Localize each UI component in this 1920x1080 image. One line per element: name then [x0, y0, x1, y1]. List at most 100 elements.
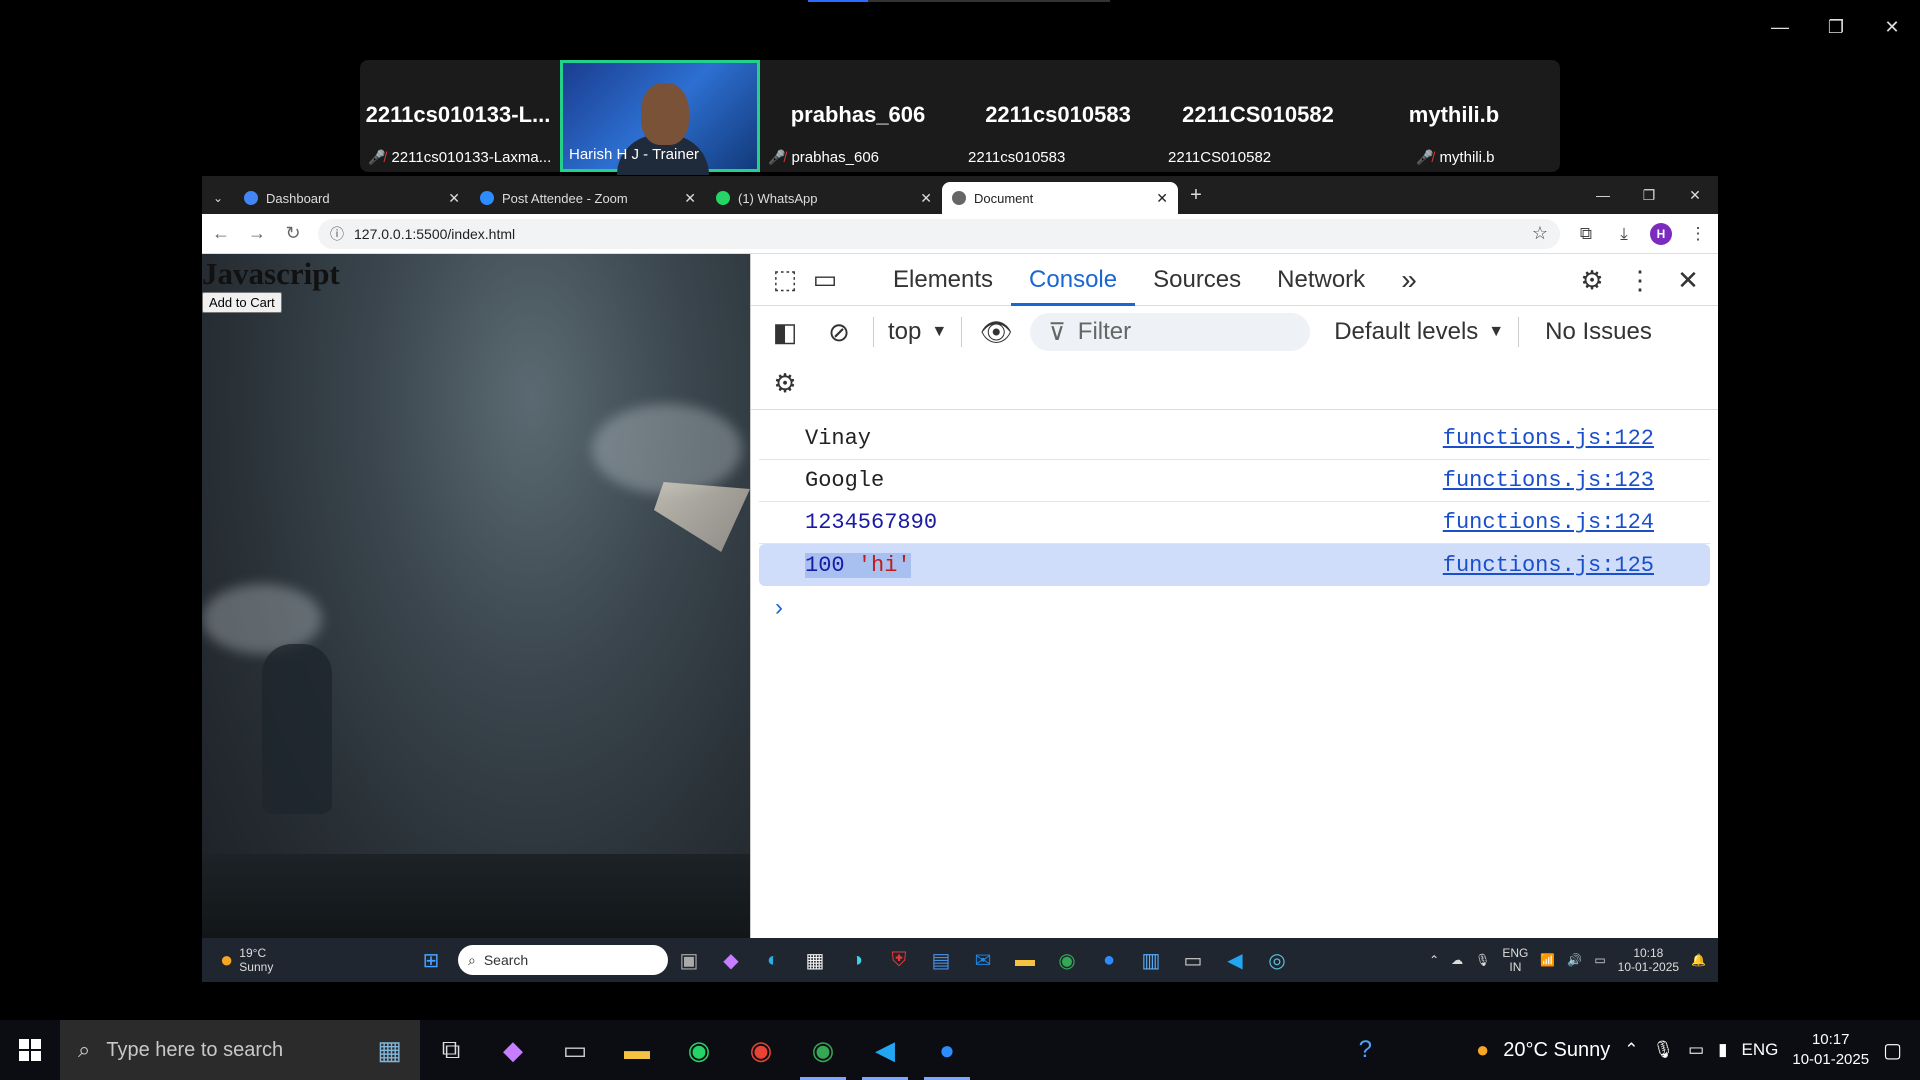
- clear-console-icon[interactable]: ⊘: [819, 312, 859, 352]
- menu-kebab-icon[interactable]: ⋮: [1686, 224, 1710, 244]
- chrome-profile-icon[interactable]: ◉: [792, 1020, 854, 1080]
- close-tab-icon[interactable]: ✕: [684, 190, 696, 207]
- terminal-icon[interactable]: ▭: [1175, 942, 1211, 978]
- clock[interactable]: 10:18 10-01-2025: [1618, 946, 1679, 974]
- profile-avatar[interactable]: H: [1650, 222, 1672, 245]
- chrome-icon[interactable]: ◉: [1049, 942, 1085, 978]
- tab-whatsapp[interactable]: (1) WhatsApp ✕: [706, 182, 942, 214]
- reload-icon[interactable]: ↻: [282, 223, 304, 244]
- edge-dev-icon[interactable]: ◑: [839, 942, 875, 978]
- restore-button[interactable]: ❐: [1808, 0, 1864, 54]
- tab-network[interactable]: Network: [1259, 254, 1383, 306]
- close-button[interactable]: ✕: [1864, 0, 1920, 54]
- participant-tile[interactable]: 2211CS010582 2211CS010582: [1160, 60, 1356, 172]
- filter-input[interactable]: ⊽ Filter: [1030, 313, 1311, 351]
- menu-kebab-icon[interactable]: ⋮: [1620, 260, 1660, 300]
- console-settings-gear-icon[interactable]: ⚙: [765, 364, 805, 404]
- new-tab-button[interactable]: +: [1178, 184, 1214, 207]
- mic-icon[interactable]: 🎙: [1475, 953, 1490, 967]
- language-indicator[interactable]: ENG: [1742, 1040, 1779, 1060]
- console-message-selected[interactable]: 100 'hi' functions.js:125: [759, 544, 1710, 586]
- copilot-icon[interactable]: ◆: [713, 942, 749, 978]
- notification-icon[interactable]: ▢: [1883, 1038, 1902, 1063]
- tab-dashboard[interactable]: Dashboard ✕: [234, 182, 470, 214]
- taskbar-search-box[interactable]: ⌕ Type here to search ▦: [60, 1020, 420, 1080]
- participant-tile[interactable]: 2211cs010133-L... 🎤̸ 2211cs010133-Laxma..…: [360, 60, 556, 172]
- maximize-button[interactable]: ❐: [1626, 176, 1672, 214]
- language-indicator[interactable]: ENG IN: [1502, 946, 1528, 974]
- battery-icon[interactable]: ▮: [1718, 1040, 1727, 1060]
- participant-tile[interactable]: mythili.b 🎤̸ mythili.b: [1356, 60, 1552, 172]
- notification-icon[interactable]: 🔔: [1691, 953, 1706, 967]
- copilot-icon[interactable]: ◆: [482, 1020, 544, 1080]
- console-source-link[interactable]: functions.js:124: [1443, 510, 1654, 535]
- tab-zoom[interactable]: Post Attendee - Zoom ✕: [470, 182, 706, 214]
- console-source-link[interactable]: functions.js:125: [1443, 553, 1654, 578]
- outlook-icon[interactable]: ✉: [965, 942, 1001, 978]
- console-message[interactable]: 1234567890 functions.js:124: [759, 502, 1710, 544]
- tab-document[interactable]: Document ✕: [942, 182, 1178, 214]
- tab-elements[interactable]: Elements: [875, 254, 1011, 306]
- log-levels-dropdown[interactable]: Default levels ▼: [1334, 318, 1504, 346]
- live-expression-eye-icon[interactable]: 👁: [976, 312, 1016, 352]
- file-explorer-icon[interactable]: ▬: [606, 1020, 668, 1080]
- site-info-icon[interactable]: ⓘ: [330, 224, 344, 244]
- download-icon[interactable]: ⤓: [1612, 224, 1636, 244]
- participant-tile[interactable]: 2211cs010583 2211cs010583: [960, 60, 1156, 172]
- bookmark-star-icon[interactable]: ☆: [1532, 223, 1548, 244]
- task-view-icon[interactable]: ▣: [671, 942, 707, 978]
- device-toolbar-icon[interactable]: ▭: [805, 260, 845, 300]
- more-tabs-button[interactable]: »: [1383, 254, 1435, 306]
- console-prompt[interactable]: ›: [751, 586, 1718, 630]
- forward-icon[interactable]: →: [246, 223, 268, 244]
- mysql-icon[interactable]: ▤: [923, 942, 959, 978]
- terminal-icon[interactable]: ▭: [544, 1020, 606, 1080]
- console-message[interactable]: Vinay functions.js:122: [759, 418, 1710, 460]
- address-bar[interactable]: ⓘ 127.0.0.1:5500/index.html ☆: [318, 218, 1560, 249]
- network-app-icon[interactable]: ◎: [1259, 942, 1295, 978]
- inspect-element-icon[interactable]: ⬚: [765, 260, 805, 300]
- close-tab-icon[interactable]: ✕: [920, 190, 932, 207]
- zoom-icon[interactable]: ●: [916, 1020, 978, 1080]
- extensions-icon[interactable]: ⧉: [1574, 224, 1598, 244]
- minimize-button[interactable]: —: [1580, 176, 1626, 214]
- context-select[interactable]: top ▼: [888, 318, 947, 346]
- issues-counter[interactable]: No Issues: [1545, 318, 1652, 346]
- mcafee-icon[interactable]: ⛨: [881, 942, 917, 978]
- console-message[interactable]: Google functions.js:123: [759, 460, 1710, 502]
- wifi-icon[interactable]: 📶: [1540, 953, 1555, 967]
- vscode-icon[interactable]: ◀: [854, 1020, 916, 1080]
- tab-search-button[interactable]: ⌄: [202, 182, 234, 214]
- task-view-icon[interactable]: ⧉: [420, 1020, 482, 1080]
- mic-icon[interactable]: 🎙: [1653, 1040, 1675, 1060]
- weather-text[interactable]: 20°C Sunny: [1503, 1039, 1610, 1062]
- whatsapp-icon[interactable]: ◉: [668, 1020, 730, 1080]
- close-tab-icon[interactable]: ✕: [448, 190, 460, 207]
- settings-gear-icon[interactable]: ⚙: [1572, 260, 1612, 300]
- console-source-link[interactable]: functions.js:122: [1443, 426, 1654, 451]
- close-tab-icon[interactable]: ✕: [1156, 190, 1168, 207]
- store-icon[interactable]: ▦: [797, 942, 833, 978]
- notepad-icon[interactable]: ▥: [1133, 942, 1169, 978]
- add-to-cart-button[interactable]: Add to Cart: [202, 292, 282, 313]
- weather-widget[interactable]: ● 19°C Sunny: [220, 946, 410, 974]
- chevron-up-icon[interactable]: ⌃: [1429, 953, 1439, 967]
- vscode-icon[interactable]: ◀: [1217, 942, 1253, 978]
- participant-video-tile[interactable]: Harish H J - Trainer: [560, 60, 760, 175]
- tab-console[interactable]: Console: [1011, 254, 1136, 306]
- back-icon[interactable]: ←: [210, 223, 232, 244]
- chrome-icon[interactable]: ◉: [730, 1020, 792, 1080]
- volume-icon[interactable]: 🔊: [1567, 953, 1582, 967]
- display-icon[interactable]: ▭: [1688, 1040, 1704, 1060]
- sidebar-toggle-icon[interactable]: ◧: [765, 312, 805, 352]
- minimize-button[interactable]: —: [1752, 0, 1808, 54]
- battery-icon[interactable]: ▭: [1594, 953, 1605, 967]
- help-icon[interactable]: ?: [1359, 1036, 1372, 1064]
- chevron-up-icon[interactable]: ⌃: [1624, 1040, 1638, 1060]
- close-devtools-icon[interactable]: ✕: [1668, 260, 1708, 300]
- windows-start-button[interactable]: [0, 1020, 60, 1080]
- windows-start-icon[interactable]: ⊞: [413, 942, 449, 978]
- close-button[interactable]: ✕: [1672, 176, 1718, 214]
- tab-sources[interactable]: Sources: [1135, 254, 1259, 306]
- participant-tile[interactable]: prabhas_606 🎤̸ prabhas_606: [760, 60, 956, 172]
